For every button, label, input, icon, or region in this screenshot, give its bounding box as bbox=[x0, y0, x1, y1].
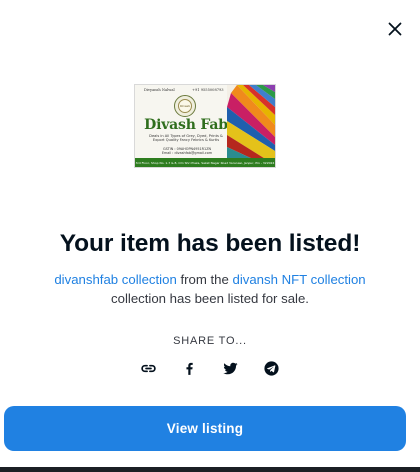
share-twitter-button[interactable] bbox=[210, 356, 251, 380]
nft-item-image: Divyansh Nalwal +91 9555008793 Divash Di… bbox=[134, 84, 276, 168]
description-suffix: collection has been listed for sale. bbox=[111, 291, 309, 306]
card-emblem-text: Divash bbox=[178, 99, 192, 113]
listing-description: divanshfab collection from the divansh N… bbox=[20, 270, 400, 308]
card-fabric-graphic bbox=[227, 85, 275, 160]
card-brand-name: Divash Fab bbox=[144, 117, 228, 133]
modal-title: Your item has been listed! bbox=[59, 230, 361, 257]
card-owner-name: Divyansh Nalwal bbox=[144, 88, 175, 92]
share-label: SHARE TO... bbox=[173, 335, 247, 347]
share-buttons bbox=[128, 356, 292, 380]
card-phone: +91 9555008793 bbox=[192, 88, 224, 92]
telegram-icon bbox=[264, 360, 279, 376]
share-facebook-button[interactable] bbox=[169, 356, 210, 380]
card-tagline: Deals in All Types of Grey, Dyed, Prints… bbox=[149, 134, 223, 143]
description-connector: from the bbox=[176, 272, 233, 287]
listing-success-modal: Divyansh Nalwal +91 9555008793 Divash Di… bbox=[0, 0, 420, 467]
card-contact: GSTIN : 09AHOPN4951R1ZN Email : divashfa… bbox=[149, 147, 225, 155]
collection-link[interactable]: divansh NFT collection bbox=[232, 272, 365, 287]
close-button[interactable] bbox=[384, 18, 406, 40]
page-bottom-edge bbox=[0, 467, 420, 472]
link-icon bbox=[141, 364, 156, 372]
view-listing-button[interactable]: View listing bbox=[4, 406, 406, 451]
item-collection-link[interactable]: divanshfab collection bbox=[54, 272, 176, 287]
card-email: Email : divashfab@gmail.com bbox=[161, 151, 213, 156]
close-icon bbox=[388, 22, 402, 36]
twitter-icon bbox=[223, 362, 238, 374]
card-address: 3rd Floor, Shop No. 1-7 & 8, Om Shri Pla… bbox=[135, 158, 275, 167]
facebook-icon bbox=[186, 362, 193, 375]
card-emblem-logo: Divash bbox=[174, 95, 196, 117]
copy-link-button[interactable] bbox=[128, 356, 169, 380]
share-telegram-button[interactable] bbox=[251, 356, 292, 380]
